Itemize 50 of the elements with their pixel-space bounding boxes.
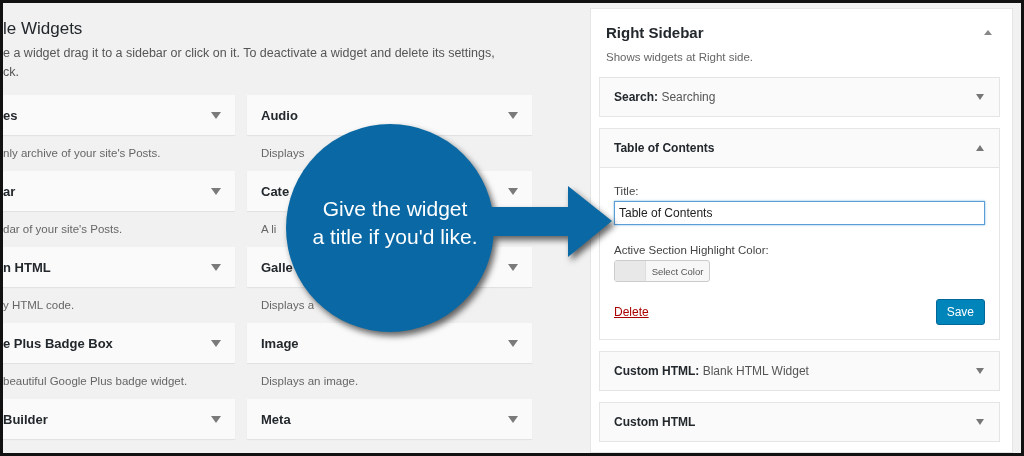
caret-down-icon[interactable] (976, 368, 984, 374)
caret-down-icon[interactable] (976, 419, 984, 425)
caret-down-icon (508, 415, 518, 423)
widget-tile[interactable]: Image (247, 323, 532, 363)
sidebar-title: Right Sidebar (606, 23, 704, 41)
widget-tile[interactable]: es (3, 95, 235, 135)
widget-tile[interactable]: Builder (3, 399, 235, 439)
widget-description: A li (261, 222, 277, 237)
tooltip-text: Give the widget a title if you'd like. (311, 196, 479, 250)
caret-down-icon (508, 339, 518, 347)
field-label: Active Section Highlight Color: (614, 243, 770, 258)
caret-up-icon[interactable] (976, 145, 984, 151)
widget-tile[interactable]: n HTML (3, 247, 235, 287)
widget-header[interactable]: Table of Contents (600, 129, 999, 167)
caret-down-icon (211, 111, 221, 119)
widget-header[interactable]: Custom HTML: Blank HTML Widget (600, 352, 999, 390)
caret-down-icon (211, 187, 221, 195)
widget-tile[interactable]: Meta (247, 399, 532, 439)
caret-down-icon (508, 263, 518, 271)
widget-title: Custom HTML: Blank HTML Widget (614, 364, 809, 378)
color-picker-button[interactable]: Select Color (614, 260, 710, 282)
widget-title: Search: Searching (614, 90, 716, 104)
widget-title: Table of Contents (614, 141, 715, 155)
caret-down-icon (211, 263, 221, 271)
delete-link[interactable]: Delete (614, 305, 649, 319)
caret-down-icon (211, 415, 221, 423)
section-description: e a widget drag it to a sidebar or click on it. To deactivate a widget and delete its settings, ck. (3, 45, 496, 81)
widget-tile[interactable]: e Plus Badge Box (3, 323, 235, 363)
section-title: le Widgets (3, 18, 84, 40)
caret-down-icon (508, 187, 518, 195)
widget-description: y HTML code. (3, 298, 75, 313)
save-button[interactable]: Save (935, 299, 985, 325)
widget-description: nly archive of your site's Posts. (3, 146, 161, 161)
title-input[interactable]: Table of Contents (614, 201, 985, 225)
field-label: Title: (614, 184, 640, 199)
widget-description: dar of your site's Posts. (3, 222, 123, 237)
widget-description: Displays (261, 146, 305, 161)
widget-tile[interactable]: ar (3, 171, 235, 211)
caret-down-icon (508, 111, 518, 119)
widget-header[interactable]: Search: Searching (600, 78, 999, 116)
widget-description: Displays a (261, 298, 315, 313)
caret-down-icon (211, 339, 221, 347)
widget-description: Displays an image. (261, 374, 359, 389)
caret-down-icon[interactable] (976, 94, 984, 100)
widget-header[interactable]: Custom HTML (600, 403, 999, 441)
widget-tile[interactable]: Audio (247, 95, 532, 135)
widget-description: beautiful Google Plus badge widget. (3, 374, 188, 389)
sidebar-description: Shows widgets at Right side. (605, 50, 755, 65)
widget-title: Custom HTML (614, 415, 696, 429)
caret-up-icon[interactable] (984, 29, 992, 35)
